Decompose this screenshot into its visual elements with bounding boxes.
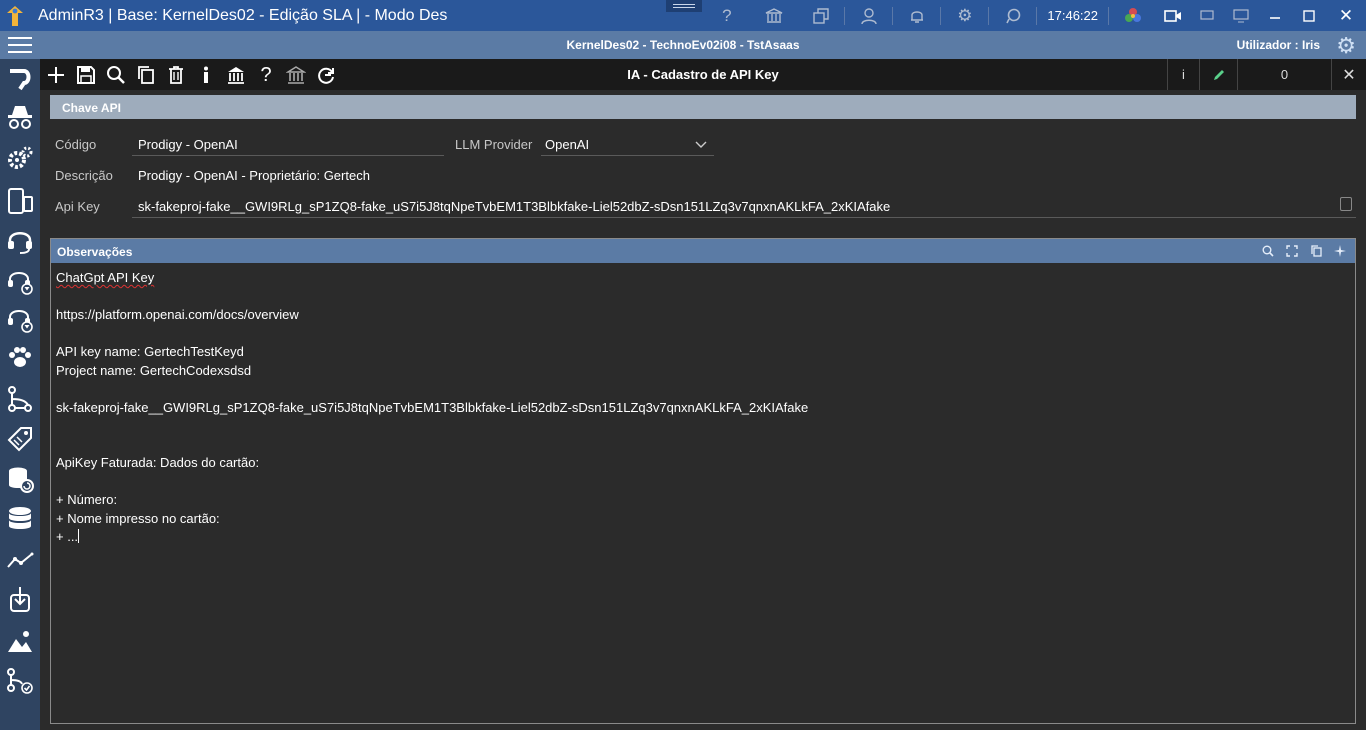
download-icon[interactable]: [4, 583, 36, 615]
section-header: Chave API: [50, 95, 1356, 119]
search-icon[interactable]: [104, 63, 128, 87]
tag-icon[interactable]: [4, 423, 36, 455]
ai-sparkle-icon[interactable]: [1333, 244, 1347, 258]
codigo-label: Código: [55, 137, 97, 152]
headset-icon[interactable]: [4, 225, 36, 257]
restore-down-icon[interactable]: [1292, 0, 1326, 31]
obs-line-7: sk-fakeproj-fake__GWI9RLg_sP1ZQ8-fake_uS…: [56, 399, 809, 415]
image-icon[interactable]: [4, 625, 36, 657]
obs-line-14: + ...: [56, 529, 80, 544]
window-title: AdminR3 | Base: KernelDes02 - Edição SLA…: [38, 6, 448, 24]
delete-icon[interactable]: [164, 63, 188, 87]
sidebar: [0, 59, 40, 730]
chevron-down-icon[interactable]: [695, 136, 707, 154]
obs-line-1: [56, 288, 808, 307]
llm-provider-select[interactable]: OpenAI: [545, 137, 589, 152]
bell-icon[interactable]: [893, 0, 940, 31]
apikey-field[interactable]: sk-fakeproj-fake__GWI9RLg_sP1ZQ8-fake_uS…: [138, 199, 890, 214]
observacoes-panel: Observações ChatGpt API Key https://plat…: [50, 238, 1356, 724]
restore-icon[interactable]: [1224, 0, 1258, 31]
toolbar: ? IA - Cadastro de API Key i 0 ✕: [40, 59, 1366, 90]
refresh-icon[interactable]: [314, 63, 338, 87]
maximize-icon[interactable]: [1258, 0, 1292, 31]
obs-line-0: ChatGpt API Key: [56, 270, 155, 285]
devices-icon[interactable]: [4, 185, 36, 217]
gears-icon[interactable]: [4, 143, 36, 175]
help-icon[interactable]: ?: [254, 63, 278, 87]
fullscreen-icon[interactable]: [1285, 244, 1299, 258]
obs-line-13: + Nome impresso no cartão:: [56, 510, 220, 526]
observacoes-header: Observações: [51, 239, 1355, 263]
detective-icon[interactable]: [4, 101, 36, 133]
headset-filter-icon[interactable]: [4, 265, 36, 297]
observacoes-text[interactable]: ChatGpt API Key https://platform.openai.…: [56, 269, 808, 547]
flow-check-icon[interactable]: [4, 665, 36, 697]
close-icon[interactable]: ✕: [1326, 0, 1366, 31]
minimize-icon[interactable]: [1190, 0, 1224, 31]
user-icon[interactable]: [845, 0, 892, 31]
form-content: Chave API Código Prodigy - OpenAI LLM Pr…: [40, 90, 1366, 730]
llm-provider-label: LLM Provider: [455, 137, 533, 152]
obs-line-6: [56, 380, 808, 399]
obs-line-4: API key name: GertechTestKeyd: [56, 344, 244, 359]
descricao-label: Descrição: [55, 168, 113, 183]
database-refresh-icon[interactable]: [4, 463, 36, 495]
windows-icon[interactable]: [797, 0, 844, 31]
headset-filter-2-icon[interactable]: [4, 303, 36, 335]
info-button[interactable]: i: [1167, 59, 1199, 90]
chat-icon[interactable]: [989, 0, 1036, 31]
close-form-icon[interactable]: ✕: [1331, 59, 1366, 90]
line-chart-icon[interactable]: [4, 545, 36, 577]
magnet-icon[interactable]: [4, 63, 36, 95]
menu-icon[interactable]: [8, 37, 32, 53]
obs-line-2: https://platform.openai.com/docs/overvie…: [56, 307, 299, 322]
context-label: KernelDes02 - TechnoEv02i08 - TstAsaas: [566, 38, 800, 52]
add-icon[interactable]: [44, 63, 68, 87]
bank-icon[interactable]: [224, 63, 248, 87]
search-icon[interactable]: [1261, 244, 1275, 258]
camera-icon[interactable]: [1156, 0, 1190, 31]
obs-line-12: + Número:: [56, 492, 118, 507]
database-icon[interactable]: [4, 503, 36, 535]
codigo-field[interactable]: Prodigy - OpenAI: [138, 137, 238, 152]
obs-line-5: Project name: GertechCodexsdsd: [56, 362, 252, 378]
copy-apikey-icon[interactable]: [1340, 197, 1352, 211]
paw-icon[interactable]: [4, 341, 36, 373]
descricao-field[interactable]: Prodigy - OpenAI - Proprietário: Gertech: [138, 168, 370, 183]
flow-icon[interactable]: [4, 383, 36, 415]
text-caret: [78, 529, 80, 543]
copy-icon[interactable]: [134, 63, 158, 87]
info-icon[interactable]: [194, 63, 218, 87]
clock: 17:46:22: [1047, 8, 1098, 23]
obs-line-3: [56, 325, 808, 344]
observacoes-title: Observações: [57, 245, 133, 259]
apikey-label: Api Key: [55, 199, 100, 214]
gear-icon[interactable]: ⚙: [941, 0, 988, 31]
obs-line-10: ApiKey Faturada: Dados do cartão:: [56, 455, 260, 470]
settings-gear-icon[interactable]: ⚙: [1336, 33, 1356, 59]
save-icon[interactable]: [74, 63, 98, 87]
app-logo-icon: [0, 0, 30, 31]
obs-line-11: [56, 473, 808, 492]
copy-icon[interactable]: [1309, 244, 1323, 258]
drag-handle[interactable]: [666, 0, 702, 12]
info-bar: KernelDes02 - TechnoEv02i08 - TstAsaas U…: [0, 31, 1366, 59]
edit-icon[interactable]: [1199, 59, 1237, 90]
bank-icon[interactable]: [750, 0, 797, 31]
obs-line-9: [56, 436, 808, 455]
user-label: Utilizador : Iris: [1236, 38, 1320, 52]
obs-line-8: [56, 417, 808, 436]
record-counter: 0: [1237, 59, 1331, 90]
bank-alt-icon[interactable]: [284, 63, 308, 87]
help-icon[interactable]: ?: [703, 0, 750, 31]
title-bar: AdminR3 | Base: KernelDes02 - Edição SLA…: [0, 0, 1366, 31]
palette-icon[interactable]: [1109, 0, 1156, 31]
